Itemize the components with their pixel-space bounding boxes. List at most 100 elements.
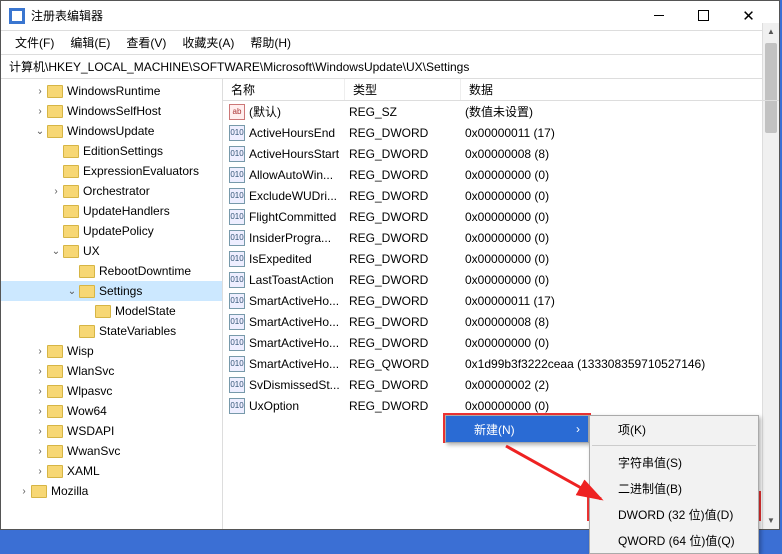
tree-label: WlanSvc <box>67 364 114 378</box>
value-type: REG_DWORD <box>349 252 465 266</box>
col-data[interactable]: 数据 <box>461 79 779 100</box>
maximize-button[interactable] <box>681 2 726 30</box>
value-row[interactable]: 010SmartActiveHo...REG_DWORD0x00000000 (… <box>223 332 779 353</box>
tree-label: ModelState <box>115 304 176 318</box>
menu-edit[interactable]: 编辑(E) <box>62 32 118 53</box>
tree-label: Orchestrator <box>83 184 150 198</box>
value-type: REG_QWORD <box>349 357 465 371</box>
value-icon: 010 <box>229 293 245 309</box>
tree-item[interactable]: ExpressionEvaluators <box>1 161 222 181</box>
folder-icon <box>47 125 63 138</box>
tree-item[interactable]: ›Wlpasvc <box>1 381 222 401</box>
col-type[interactable]: 类型 <box>345 79 461 100</box>
tree-item[interactable]: ›Mozilla <box>1 481 222 501</box>
cm-key[interactable]: 项(K) <box>590 416 758 442</box>
value-row[interactable]: 010LastToastActionREG_DWORD0x00000000 (0… <box>223 269 779 290</box>
chevron-icon[interactable]: › <box>17 486 31 497</box>
value-row[interactable]: 010FlightCommittedREG_DWORD0x00000000 (0… <box>223 206 779 227</box>
value-row[interactable]: ab(默认)REG_SZ(数值未设置) <box>223 101 779 122</box>
app-icon <box>9 8 25 24</box>
value-data: 0x00000011 (17) <box>465 126 779 140</box>
value-type: REG_DWORD <box>349 189 465 203</box>
chevron-icon[interactable]: › <box>33 406 47 417</box>
tree-item[interactable]: ⌄Settings <box>1 281 222 301</box>
tree-item[interactable]: ›WindowsSelfHost <box>1 101 222 121</box>
cm-dword[interactable]: DWORD (32 位)值(D) <box>590 501 758 527</box>
menu-file[interactable]: 文件(F) <box>7 32 62 53</box>
folder-icon <box>63 205 79 218</box>
value-name: SmartActiveHo... <box>249 315 349 329</box>
menu-view[interactable]: 查看(V) <box>118 32 174 53</box>
tree-label: Wisp <box>67 344 94 358</box>
folder-icon <box>63 245 79 258</box>
tree-panel[interactable]: ▲ ▼ ›WindowsRuntime›WindowsSelfHost⌄Wind… <box>1 79 223 529</box>
folder-icon <box>47 365 63 378</box>
value-row[interactable]: 010ExcludeWUDri...REG_DWORD0x00000000 (0… <box>223 185 779 206</box>
tree-item[interactable]: ⌄UX <box>1 241 222 261</box>
tree-item[interactable]: EditionSettings <box>1 141 222 161</box>
minimize-button[interactable] <box>636 2 681 30</box>
menu-help[interactable]: 帮助(H) <box>242 32 299 53</box>
chevron-icon[interactable]: ⌄ <box>65 286 79 297</box>
value-row[interactable]: 010ActiveHoursEndREG_DWORD0x00000011 (17… <box>223 122 779 143</box>
tree-item[interactable]: UpdateHandlers <box>1 201 222 221</box>
cm-string[interactable]: 字符串值(S) <box>590 449 758 475</box>
chevron-icon[interactable]: ⌄ <box>49 246 63 257</box>
value-data: 0x00000000 (0) <box>465 399 779 413</box>
chevron-icon[interactable]: › <box>33 466 47 477</box>
submenu-arrow-icon: › <box>576 422 580 436</box>
cm-new[interactable]: 新建(N) › <box>446 416 588 442</box>
address-bar[interactable]: 计算机\HKEY_LOCAL_MACHINE\SOFTWARE\Microsof… <box>1 55 779 79</box>
tree-label: WSDAPI <box>67 424 114 438</box>
cm-binary[interactable]: 二进制值(B) <box>590 475 758 501</box>
chevron-icon[interactable]: › <box>33 346 47 357</box>
tree-item[interactable]: ›Wow64 <box>1 401 222 421</box>
chevron-icon[interactable]: › <box>33 386 47 397</box>
chevron-icon[interactable]: › <box>49 186 63 197</box>
tree-item[interactable]: UpdatePolicy <box>1 221 222 241</box>
cm-new-label: 新建(N) <box>474 421 515 438</box>
value-data: 0x00000002 (2) <box>465 378 779 392</box>
value-row[interactable]: 010SvDismissedSt...REG_DWORD0x00000002 (… <box>223 374 779 395</box>
value-icon: 010 <box>229 398 245 414</box>
chevron-icon[interactable]: › <box>33 426 47 437</box>
value-row[interactable]: 010IsExpeditedREG_DWORD0x00000000 (0) <box>223 248 779 269</box>
chevron-icon[interactable]: › <box>33 366 47 377</box>
value-type: REG_DWORD <box>349 147 465 161</box>
value-row[interactable]: 010AllowAutoWin...REG_DWORD0x00000000 (0… <box>223 164 779 185</box>
chevron-icon[interactable]: › <box>33 106 47 117</box>
tree-item[interactable]: ›XAML <box>1 461 222 481</box>
chevron-icon[interactable]: ⌄ <box>33 126 47 137</box>
tree-item[interactable]: ⌄WindowsUpdate <box>1 121 222 141</box>
value-icon: 010 <box>229 230 245 246</box>
list-header: 名称 类型 数据 <box>223 79 779 101</box>
folder-icon <box>63 225 79 238</box>
value-row[interactable]: 010SmartActiveHo...REG_QWORD0x1d99b3f322… <box>223 353 779 374</box>
folder-icon <box>63 165 79 178</box>
tree-item[interactable]: › WlanSvc <box>1 361 222 381</box>
folder-icon <box>47 385 63 398</box>
value-name: SvDismissedSt... <box>249 378 349 392</box>
value-name: IsExpedited <box>249 252 349 266</box>
value-type: REG_SZ <box>349 105 465 119</box>
cm-qword[interactable]: QWORD (64 位)值(Q) <box>590 527 758 553</box>
tree-item[interactable]: StateVariables <box>1 321 222 341</box>
menu-favorites[interactable]: 收藏夹(A) <box>174 32 242 53</box>
tree-item[interactable]: ModelState <box>1 301 222 321</box>
col-name[interactable]: 名称 <box>223 79 345 100</box>
value-row[interactable]: 010InsiderProgra...REG_DWORD0x00000000 (… <box>223 227 779 248</box>
chevron-icon[interactable]: › <box>33 446 47 457</box>
tree-item[interactable]: ›WwanSvc <box>1 441 222 461</box>
tree-item[interactable]: ›WindowsRuntime <box>1 81 222 101</box>
value-row[interactable]: 010SmartActiveHo...REG_DWORD0x00000011 (… <box>223 290 779 311</box>
value-row[interactable]: 010SmartActiveHo...REG_DWORD0x00000008 (… <box>223 311 779 332</box>
chevron-icon[interactable]: › <box>33 86 47 97</box>
tree-item[interactable]: › Wisp <box>1 341 222 361</box>
value-row[interactable]: 010UxOptionREG_DWORD0x00000000 (0) <box>223 395 779 416</box>
tree-item[interactable]: › Orchestrator <box>1 181 222 201</box>
tree-item[interactable]: RebootDowntime <box>1 261 222 281</box>
tree-item[interactable]: › WSDAPI <box>1 421 222 441</box>
value-row[interactable]: 010ActiveHoursStartREG_DWORD0x00000008 (… <box>223 143 779 164</box>
window-controls: ✕ <box>636 2 771 30</box>
value-type: REG_DWORD <box>349 336 465 350</box>
